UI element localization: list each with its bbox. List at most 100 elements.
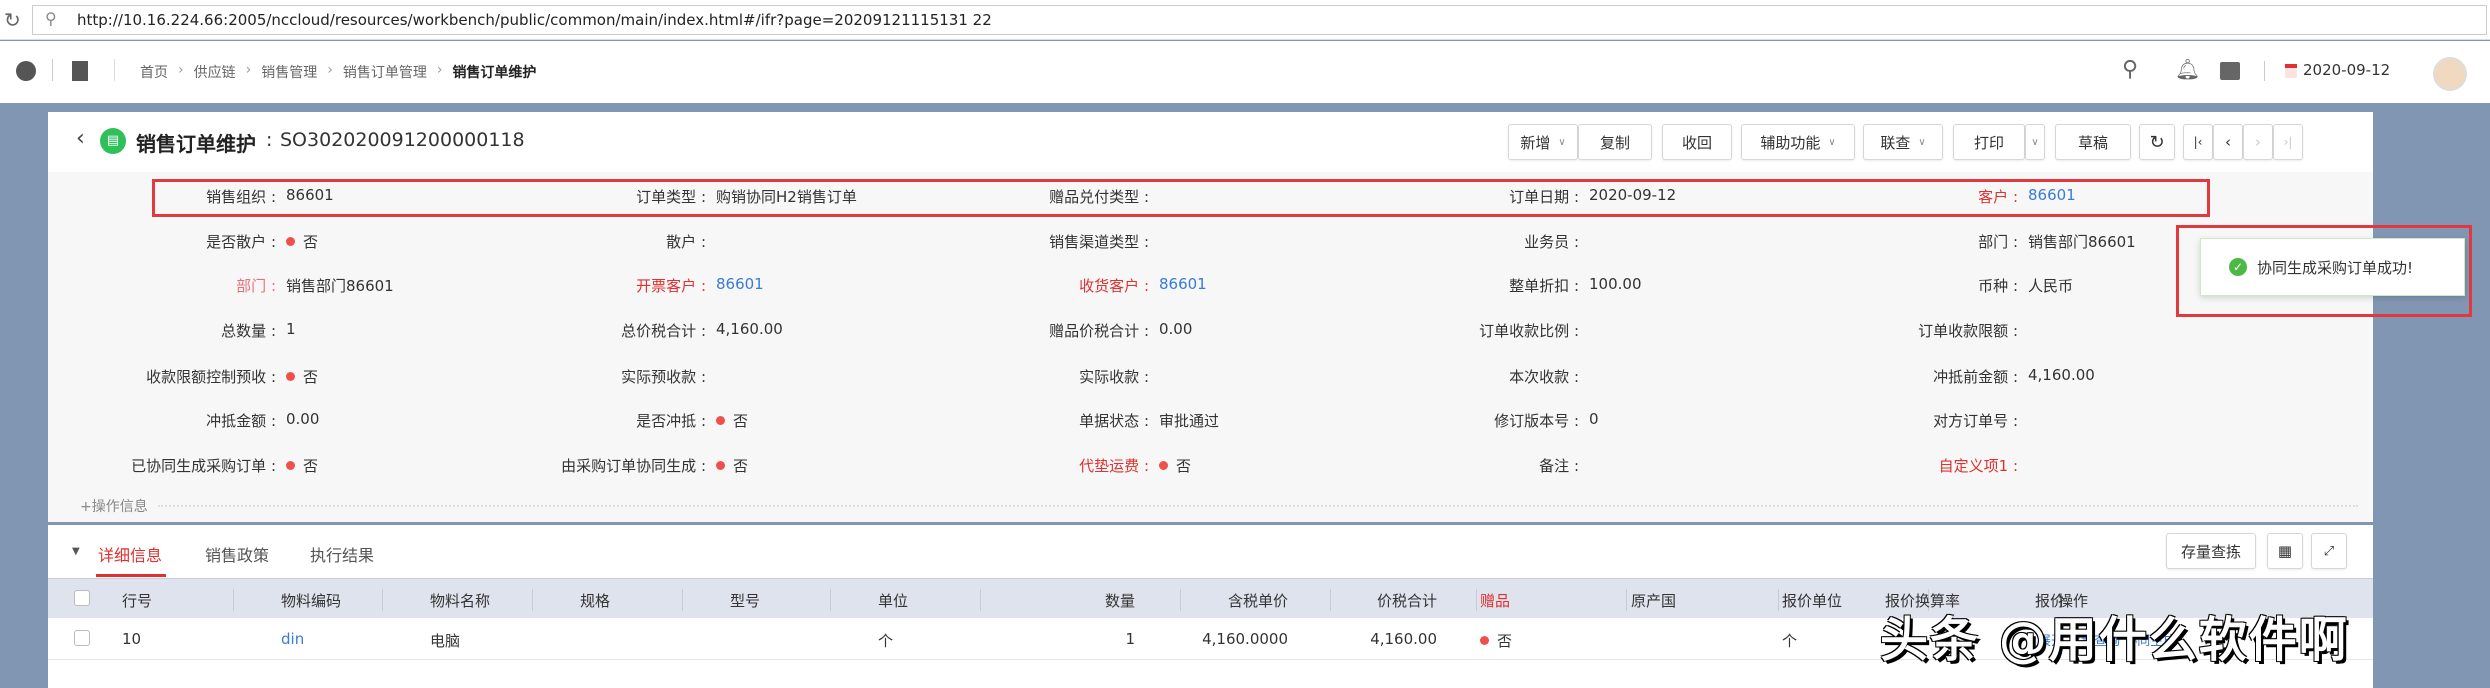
field-value[interactable]: 否 [716,455,748,476]
avatar[interactable] [2433,57,2467,91]
column-divider[interactable] [980,589,981,611]
radio-dot-icon [716,416,725,425]
column-header[interactable]: 型号 [730,590,760,611]
next-page-icon[interactable]: › [2243,124,2273,160]
print-button[interactable]: 打印 [1953,124,2025,160]
search-icon[interactable]: ⚲ [2122,57,2138,82]
business-date[interactable]: 2020-09-12 [2303,61,2390,79]
column-divider[interactable] [1778,589,1779,611]
tab-sales-policy[interactable]: 销售政策 [205,542,269,566]
breadcrumb-order-mgmt[interactable]: 销售订单管理 [343,62,427,82]
column-divider[interactable] [532,589,533,611]
breadcrumb-home[interactable]: 首页 [140,62,168,82]
field-value[interactable]: 86601 [2028,186,2076,204]
tab-detail[interactable]: 详细信息 [98,542,162,566]
field-value[interactable]: 1 [286,320,296,338]
last-page-icon[interactable]: ›| [2273,124,2303,160]
field-value[interactable]: 4,160.00 [716,320,783,338]
grid-icon[interactable]: ▦ [2267,533,2303,569]
column-header[interactable]: 含税单价 [1228,590,1288,611]
field-value-text: 购销协同H2销售订单 [716,188,857,206]
breadcrumb-current: 销售订单维护 [452,65,537,81]
add-button[interactable]: 新增 ∨ [1508,124,1578,160]
back-icon[interactable]: ‹ [76,126,85,151]
field-value[interactable]: 0.00 [286,410,319,428]
field-value[interactable]: 否 [1159,455,1191,476]
column-header[interactable]: 数量 [1105,590,1135,611]
copy-button[interactable]: 复制 [1578,124,1652,160]
column-header[interactable]: 赠品 [1480,590,1510,611]
field-value[interactable]: 否 [286,366,318,387]
field-label-text: 订单类型 [636,188,697,206]
url-input[interactable]: ⚲ http://10.16.224.66:2005/nccloud/resou… [32,5,2487,35]
check-circle-icon: ✓ [2229,258,2247,276]
column-header[interactable]: 报价单位 [1782,590,1842,611]
column-header[interactable]: 价税合计 [1377,590,1437,611]
column-divider[interactable] [1476,589,1477,611]
field-value[interactable]: 2020-09-12 [1589,186,1676,204]
field-value[interactable]: 86601 [1159,275,1207,293]
field-label-text: 收款限额控制预收 [146,368,267,386]
select-all-checkbox[interactable] [74,590,90,606]
field-value[interactable]: 否 [286,231,318,252]
fullscreen-icon[interactable]: ⤢ [2311,533,2347,569]
operation-info-toggle[interactable]: +操作信息 [80,496,148,516]
column-divider[interactable] [830,589,831,611]
field-value[interactable]: 销售部门86601 [2028,231,2136,252]
field-value[interactable]: 否 [716,410,748,431]
refresh-icon[interactable]: ↻ [2139,124,2175,160]
field-label-text: 备注 [1539,457,1570,475]
tab-execution-result[interactable]: 执行结果 [310,542,374,566]
field-value[interactable]: 0 [1589,410,1599,428]
first-page-icon[interactable]: |‹ [2183,124,2213,160]
stock-query-button[interactable]: 存量查拣 [2166,533,2256,569]
field-value-text: 86601 [716,275,764,293]
column-divider[interactable] [1180,589,1181,611]
bell-icon[interactable]: 🔔︎ [2175,57,2200,81]
video-icon[interactable] [2220,62,2240,80]
recall-button[interactable]: 收回 [1662,124,1732,160]
linkquery-button[interactable]: 联查 ∨ [1863,124,1943,160]
clock-icon[interactable] [16,61,36,81]
field-value[interactable]: 否 [286,455,318,476]
print-dropdown[interactable]: ∨ [2025,124,2045,160]
document-icon[interactable] [72,61,88,81]
draft-button[interactable]: 草稿 [2055,124,2131,160]
prev-page-icon[interactable]: ‹ [2213,124,2243,160]
column-divider[interactable] [1626,589,1627,611]
field-value[interactable]: 4,160.00 [2028,366,2095,384]
field-value[interactable]: 人民币 [2028,275,2073,296]
field-value[interactable]: 0.00 [1159,320,1192,338]
column-header[interactable]: 行号 [122,590,152,611]
radio-dot-icon [286,237,295,246]
column-divider[interactable] [382,589,383,611]
column-header[interactable]: 原产国 [1631,590,1676,611]
field-value[interactable]: 100.00 [1589,275,1642,293]
assist-button[interactable]: 辅助功能 ∨ [1741,124,1855,160]
field-value[interactable]: 购销协同H2销售订单 [716,186,857,207]
column-header[interactable]: 物料编码 [281,590,341,611]
column-divider[interactable] [682,589,683,611]
breadcrumb-sales-mgmt[interactable]: 销售管理 [261,62,317,82]
reload-icon[interactable]: ↻ [4,8,21,32]
field-value[interactable]: 86601 [286,186,334,204]
field-label: 实际收款 : [889,366,1149,387]
cell-name: 电脑 [430,632,461,650]
breadcrumb-supply-chain[interactable]: 供应链 [194,62,236,82]
field-value[interactable]: 86601 [716,275,764,293]
field-value[interactable]: 审批通过 [1159,410,1219,431]
field-label: 客户 : [1758,186,2018,207]
column-header[interactable]: 单位 [878,590,908,611]
column-header[interactable]: 规格 [580,590,610,611]
table-cell[interactable]: din [281,630,304,648]
column-divider[interactable] [1330,589,1331,611]
column-header[interactable]: 物料名称 [430,590,490,611]
row-checkbox[interactable] [74,630,90,646]
collapse-icon[interactable]: ▼ [72,546,80,557]
column-divider[interactable] [233,589,234,611]
field-label-text: 本次收款 [1509,368,1570,386]
field-value[interactable]: 销售部门86601 [286,275,394,296]
field-value-text: 2020-09-12 [1589,186,1677,204]
add-label: 新增 [1520,133,1551,152]
field-label: 冲抵前金额 : [1758,366,2018,387]
